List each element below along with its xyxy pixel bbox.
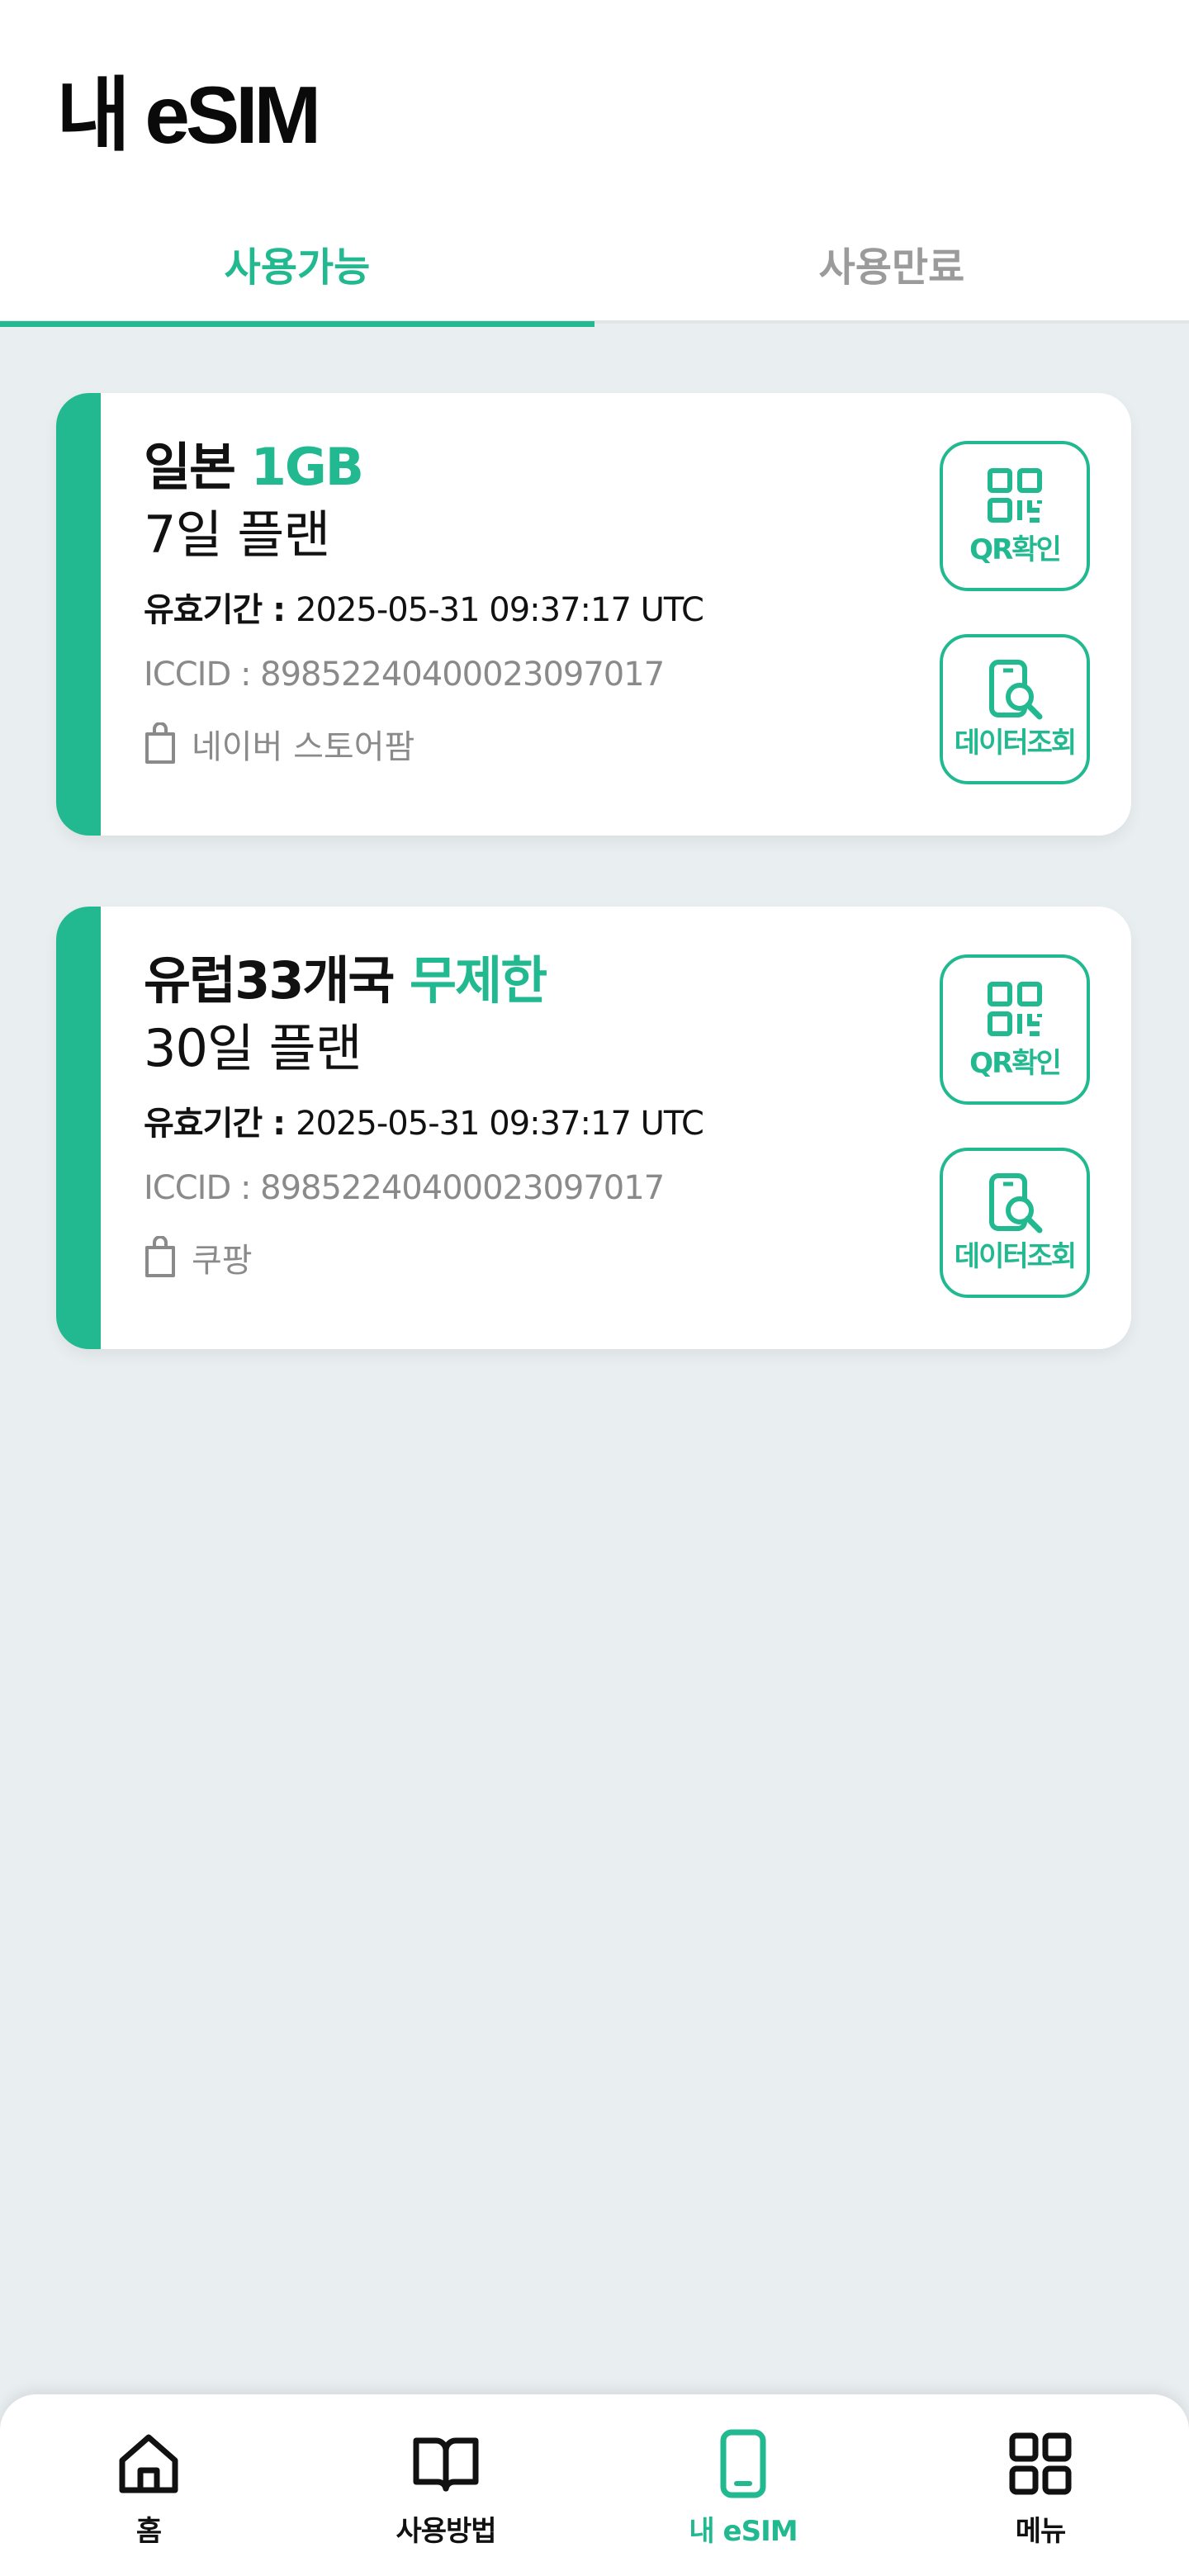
nav-my-esim[interactable]: 내 eSIM — [594, 2394, 892, 2576]
qr-check-label: QR확인 — [969, 1047, 1062, 1080]
phone-icon — [720, 2429, 766, 2498]
tab-available[interactable]: 사용가능 — [0, 205, 594, 327]
tab-expired-label: 사용만료 — [818, 244, 965, 291]
card-validity: 유효기간 : 2025-05-31 09:37:17 UTC — [144, 588, 917, 632]
card-iccid: ICCID : 89852240400023097017 — [144, 1169, 665, 1207]
card-accent-bar — [56, 907, 101, 1349]
card-accent-bar — [56, 393, 101, 836]
tab-expired[interactable]: 사용만료 — [594, 205, 1189, 324]
card-title: 일본 1GB — [144, 434, 917, 500]
card-title-data: 무제한 — [410, 950, 547, 1011]
validity-value: 2025-05-31 09:37:17 UTC — [296, 1105, 704, 1143]
qr-check-label: QR확인 — [969, 533, 1062, 566]
qr-check-button[interactable]: QR확인 — [940, 954, 1090, 1105]
header: 내 eSIM 사용가능 사용만료 — [0, 0, 1189, 327]
store-name: 쿠팡 — [192, 1242, 253, 1280]
bottom-nav: 홈 사용방법 내 eSIM 메뉴 — [0, 2394, 1189, 2576]
nav-my-esim-label: 내 eSIM — [689, 2515, 798, 2548]
card-title: 유럽33개국 무제한 — [144, 948, 917, 1014]
nav-guide-label: 사용방법 — [396, 2515, 496, 2548]
card-plan: 7일 플랜 — [144, 504, 330, 565]
data-usage-button[interactable]: 데이터조회 — [940, 634, 1090, 784]
shopping-bag-icon — [145, 1236, 175, 1277]
phone-search-icon — [989, 1173, 1043, 1234]
qr-code-icon — [988, 982, 1042, 1036]
tab-bar: 사용가능 사용만료 — [0, 205, 1189, 327]
data-usage-label: 데이터조회 — [954, 727, 1077, 760]
card-title-region: 유럽33개국 — [144, 950, 395, 1011]
esim-card: 유럽33개국 무제한 30일 플랜 유효기간 : 2025-05-31 09:3… — [56, 907, 1131, 1349]
nav-home-label: 홈 — [135, 2515, 162, 2548]
card-plan: 30일 플랜 — [144, 1018, 362, 1078]
validity-label: 유효기간 : — [144, 1105, 296, 1143]
card-store: 쿠팡 — [144, 1234, 917, 1281]
active-tab-indicator — [0, 321, 594, 327]
nav-menu[interactable]: 메뉴 — [892, 2394, 1189, 2576]
card-validity: 유효기간 : 2025-05-31 09:37:17 UTC — [144, 1101, 917, 1146]
qr-check-button[interactable]: QR확인 — [940, 441, 1090, 591]
tab-available-label: 사용가능 — [224, 244, 371, 291]
store-name: 네이버 스토어팜 — [192, 728, 415, 766]
validity-value: 2025-05-31 09:37:17 UTC — [296, 591, 704, 629]
nav-guide[interactable]: 사용방법 — [297, 2394, 594, 2576]
grid-icon — [1009, 2432, 1072, 2495]
card-title-region: 일본 — [144, 437, 236, 497]
card-title-data: 1GB — [250, 437, 364, 497]
card-store: 네이버 스토어팜 — [144, 720, 917, 768]
validity-label: 유효기간 : — [144, 591, 296, 629]
data-usage-label: 데이터조회 — [954, 1240, 1077, 1273]
card-info: 일본 1GB 7일 플랜 유효기간 : 2025-05-31 09:37:17 … — [144, 434, 917, 768]
nav-home[interactable]: 홈 — [0, 2394, 297, 2576]
qr-code-icon — [988, 468, 1042, 523]
book-icon — [413, 2437, 479, 2492]
data-usage-button[interactable]: 데이터조회 — [940, 1148, 1090, 1298]
card-info: 유럽33개국 무제한 30일 플랜 유효기간 : 2025-05-31 09:3… — [144, 948, 917, 1281]
nav-menu-label: 메뉴 — [1015, 2515, 1067, 2548]
phone-search-icon — [989, 660, 1043, 720]
card-iccid: ICCID : 89852240400023097017 — [144, 656, 665, 694]
esim-card: 일본 1GB 7일 플랜 유효기간 : 2025-05-31 09:37:17 … — [56, 393, 1131, 836]
shopping-bag-icon — [145, 722, 175, 764]
home-icon — [119, 2434, 178, 2493]
app-root: 내 eSIM 사용가능 사용만료 일본 1GB 7일 플랜 유효기간 : 202… — [0, 0, 1189, 2576]
page-title: 내 eSIM — [56, 69, 321, 160]
